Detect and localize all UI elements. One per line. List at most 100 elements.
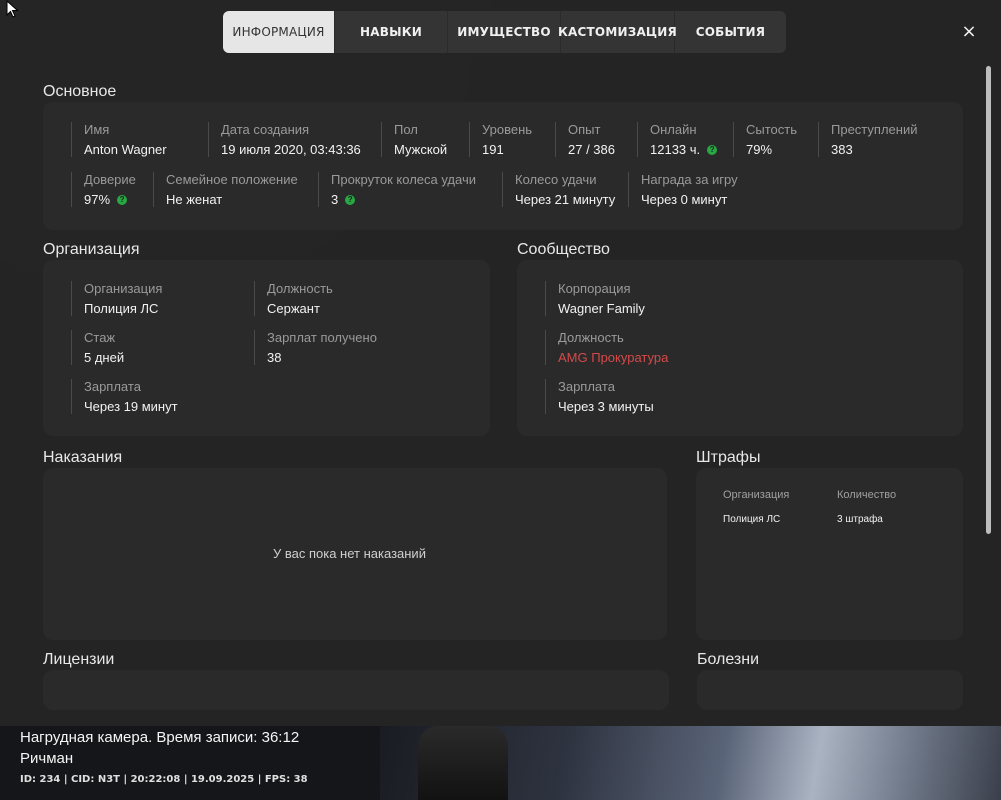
- field-label: Должность: [267, 281, 333, 296]
- field-label: Семейное положение: [166, 172, 298, 187]
- field-value: Полиция ЛС: [84, 301, 159, 316]
- field-luck-wheel: Колесо удачи Через 21 минуту: [502, 172, 615, 207]
- field-label: Организация: [84, 281, 163, 296]
- field-value: Через 21 минуту: [515, 192, 616, 207]
- field-community-salary: Зарплата Через 3 минуты: [545, 379, 654, 414]
- field-value: 5 дней: [84, 350, 125, 365]
- field-value: Сержант: [267, 301, 320, 316]
- diseases-card: [697, 670, 963, 710]
- field-value: 38: [267, 350, 282, 365]
- tab-property[interactable]: ИМУЩЕСТВО: [448, 11, 561, 53]
- section-title-basic: Основное: [43, 83, 117, 100]
- licenses-card: [43, 670, 669, 710]
- field-label: Стаж: [84, 330, 116, 345]
- hud-bar: Нагрудная камера. Время записи: 36:12 Ри…: [0, 726, 1001, 800]
- field-trust: Доверие 97% ?: [71, 172, 136, 207]
- field-label: Колесо удачи: [515, 172, 597, 187]
- section-title-fines: Штрафы: [696, 449, 761, 466]
- field-crimes: Преступлений 383: [818, 122, 917, 157]
- tab-information[interactable]: ИНФОРМАЦИЯ: [223, 11, 335, 53]
- section-title-punishments: Наказания: [43, 449, 123, 466]
- close-icon[interactable]: ×: [958, 20, 980, 42]
- character-info-panel: ИНФОРМАЦИЯ НАВЫКИ ИМУЩЕСТВО КАСТОМИЗАЦИЯ…: [0, 0, 1001, 726]
- field-label: Доверие: [84, 172, 136, 187]
- field-label: Должность: [558, 330, 624, 345]
- field-wheel-spins: Прокруток колеса удачи 3 ?: [318, 172, 476, 207]
- help-icon[interactable]: ?: [345, 194, 356, 205]
- section-title-licenses: Лицензии: [43, 651, 115, 668]
- field-name: Имя Anton Wagner: [71, 122, 167, 157]
- field-value: 12133 ч.: [650, 142, 701, 157]
- field-label: Опыт: [568, 122, 601, 137]
- fines-cell-count: 3 штрафа: [837, 514, 883, 525]
- hud-status-line: ID: 234 | CID: N3T | 20:22:08 | 19.09.20…: [20, 774, 308, 785]
- field-value: 383: [831, 142, 853, 157]
- field-org-tenure: Стаж 5 дней: [71, 330, 124, 365]
- field-label: Имя: [84, 122, 110, 137]
- field-value-spins: 3 ?: [331, 192, 476, 207]
- field-value: Через 19 минут: [84, 399, 178, 414]
- field-value: Мужской: [394, 142, 448, 157]
- field-org-position: Должность Сержант: [254, 281, 333, 316]
- field-value: Не женат: [166, 192, 223, 207]
- field-created-date: Дата создания 19 июля 2020, 03:43:36: [208, 122, 361, 157]
- field-value: 19 июля 2020, 03:43:36: [221, 142, 361, 157]
- tab-events[interactable]: СОБЫТИЯ: [675, 11, 786, 53]
- field-online: Онлайн 12133 ч. ?: [637, 122, 718, 157]
- hud-character-figure: [418, 726, 508, 800]
- field-value: 3: [331, 192, 339, 207]
- field-label: Пол: [394, 122, 418, 137]
- field-org-name: Организация Полиция ЛС: [71, 281, 162, 316]
- mouse-cursor-icon: [6, 0, 19, 18]
- organization-card: Организация Полиция ЛС Должность Сержант…: [43, 260, 490, 436]
- field-experience: Опыт 27 / 386: [555, 122, 615, 157]
- hud-bodycam-text: Нагрудная камера. Время записи: 36:12: [20, 729, 300, 746]
- field-label: Уровень: [482, 122, 533, 137]
- field-value: Через 0 минут: [641, 192, 728, 207]
- fines-cell-organization: Полиция ЛС: [723, 514, 781, 525]
- field-value: 191: [482, 142, 504, 157]
- field-corporation: Корпорация Wagner Family: [545, 281, 645, 316]
- scrollbar-thumb[interactable]: [986, 66, 991, 534]
- field-org-salaries-received: Зарплат получено 38: [254, 330, 377, 365]
- field-value: 97%: [84, 192, 111, 207]
- field-label: Зарплат получено: [267, 330, 377, 345]
- help-icon[interactable]: ?: [707, 144, 718, 155]
- fines-header-count: Количество: [837, 489, 897, 501]
- field-community-position: Должность AMG Прокуратура: [545, 330, 668, 365]
- field-label: Сытость: [746, 122, 797, 137]
- section-title-community: Сообщество: [517, 241, 610, 258]
- field-label: Дата создания: [221, 122, 310, 137]
- punishments-card: У вас пока нет наказаний: [43, 468, 667, 640]
- field-label: Награда за игру: [641, 172, 738, 187]
- section-title-diseases: Болезни: [697, 651, 760, 668]
- field-label: Зарплата: [558, 379, 615, 394]
- field-satiety: Сытость 79%: [733, 122, 797, 157]
- field-value-trust: 97% ?: [84, 192, 136, 207]
- help-icon[interactable]: ?: [117, 194, 128, 205]
- basic-card: Имя Anton Wagner Дата создания 19 июля 2…: [43, 102, 963, 230]
- tab-customization[interactable]: КАСТОМИЗАЦИЯ: [558, 11, 677, 53]
- field-level: Уровень 191: [469, 122, 532, 157]
- field-label: Преступлений: [831, 122, 918, 137]
- fines-card: Организация Количество Полиция ЛС 3 штра…: [696, 468, 963, 640]
- field-value: Anton Wagner: [84, 142, 167, 157]
- field-value: Wagner Family: [558, 301, 645, 316]
- field-label: Корпорация: [558, 281, 631, 296]
- field-marital-status: Семейное положение Не женат: [153, 172, 298, 207]
- tab-bar: ИНФОРМАЦИЯ НАВЫКИ ИМУЩЕСТВО КАСТОМИЗАЦИЯ…: [223, 11, 786, 53]
- section-title-organization: Организация: [43, 241, 140, 258]
- hud-location-text: Ричман: [20, 750, 74, 767]
- fines-header-organization: Организация: [723, 489, 790, 501]
- field-label: Зарплата: [84, 379, 141, 394]
- field-org-salary: Зарплата Через 19 минут: [71, 379, 178, 414]
- tab-skills[interactable]: НАВЫКИ: [335, 11, 448, 53]
- field-value-online: 12133 ч. ?: [650, 142, 718, 157]
- community-card: Корпорация Wagner Family Должность AMG П…: [517, 260, 963, 436]
- field-game-reward: Награда за игру Через 0 минут: [628, 172, 738, 207]
- punishments-empty-text: У вас пока нет наказаний: [273, 546, 426, 561]
- field-value: 27 / 386: [568, 142, 615, 157]
- field-label: Онлайн: [650, 122, 697, 137]
- field-gender: Пол Мужской: [381, 122, 447, 157]
- field-value: AMG Прокуратура: [558, 350, 669, 365]
